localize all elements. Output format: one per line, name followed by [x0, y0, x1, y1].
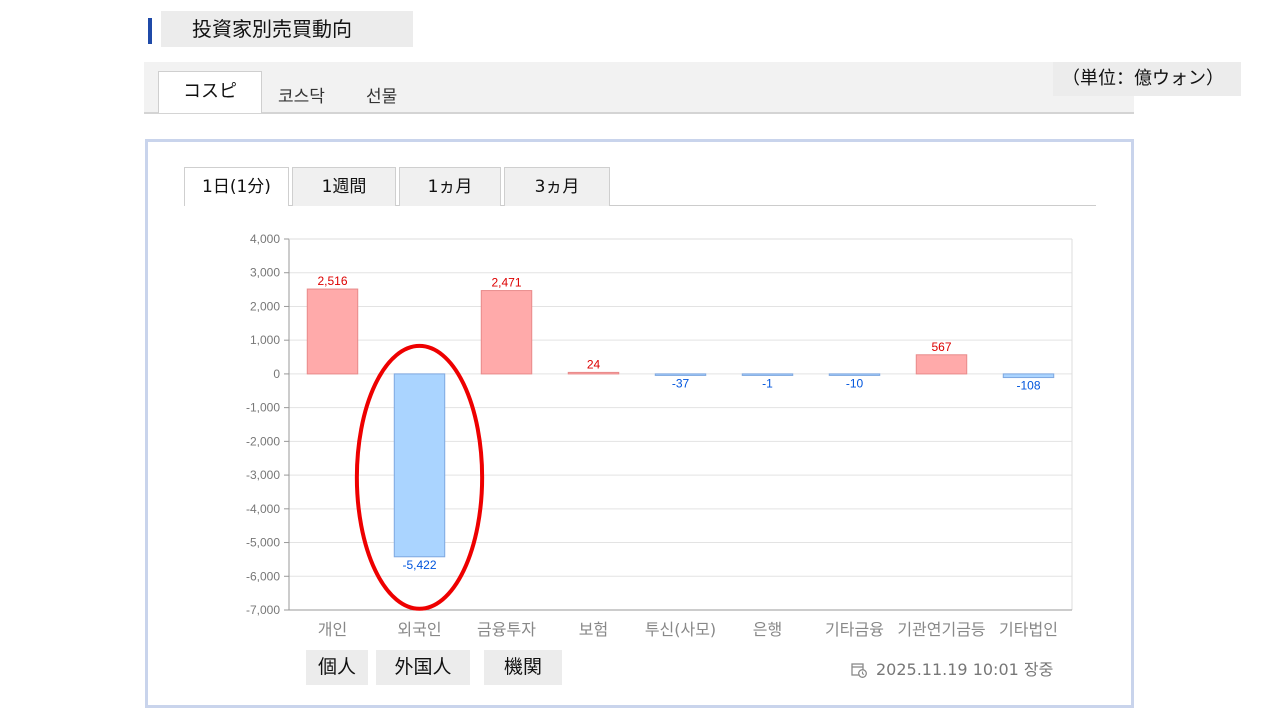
group-label-institution: 機関: [484, 650, 562, 685]
y-tick-label: -2,000: [246, 434, 280, 448]
x-category-label: 외국인: [397, 620, 441, 639]
bar-8: [915, 354, 968, 375]
x-category-label: 은행: [753, 620, 782, 639]
investor-trading-chart: 4,000 3,000 2,000 1,000 0 -1,000 -2,000 -3,000 -…: [246, 232, 1073, 639]
bar-1: [306, 288, 359, 375]
data-label: 567: [931, 340, 951, 354]
x-category-label: 금융투자: [477, 620, 536, 639]
data-label: 2,471: [491, 276, 521, 290]
bar-3: [480, 290, 533, 375]
y-tick-label: 4,000: [250, 232, 280, 246]
x-category-label: 개인: [318, 620, 347, 639]
y-tick-label: 0: [273, 367, 280, 381]
data-label: -5,422: [402, 558, 436, 572]
bar-2: [393, 373, 446, 558]
bar-4: [567, 371, 620, 375]
group-label-individual: 個人: [306, 650, 368, 685]
y-tick-label: -1,000: [246, 401, 280, 415]
timestamp: 2025.11.19 10:01 장중: [876, 660, 1054, 679]
data-label: -1: [762, 376, 773, 390]
y-tick-label: -5,000: [246, 536, 280, 550]
x-category-label: 기관연기금등: [897, 620, 985, 639]
y-tick-label: 3,000: [250, 266, 280, 280]
bar-6: [741, 373, 794, 376]
y-tick-label: 2,000: [250, 299, 280, 313]
data-label: -108: [1016, 379, 1040, 393]
calendar-clock-icon: [851, 663, 867, 678]
data-label: 24: [587, 357, 601, 371]
y-tick-label: -6,000: [246, 569, 280, 583]
bar-9: [1002, 373, 1055, 379]
y-tick-label: -4,000: [246, 502, 280, 516]
x-category-label: 기타금융: [825, 620, 884, 639]
bar-5: [654, 373, 707, 376]
data-label: -10: [846, 376, 864, 390]
x-category-label: 보험: [579, 620, 608, 639]
y-tick-label: -7,000: [246, 603, 280, 617]
bar-7: [828, 373, 881, 376]
x-category-label: 투신(사모): [645, 620, 716, 639]
y-tick-label: -3,000: [246, 468, 280, 482]
data-label: -37: [672, 376, 690, 390]
group-label-foreign: 外国人: [376, 650, 470, 685]
x-category-label: 기타법인: [999, 620, 1058, 639]
y-tick-label: 1,000: [250, 333, 280, 347]
data-label: 2,516: [317, 274, 347, 288]
